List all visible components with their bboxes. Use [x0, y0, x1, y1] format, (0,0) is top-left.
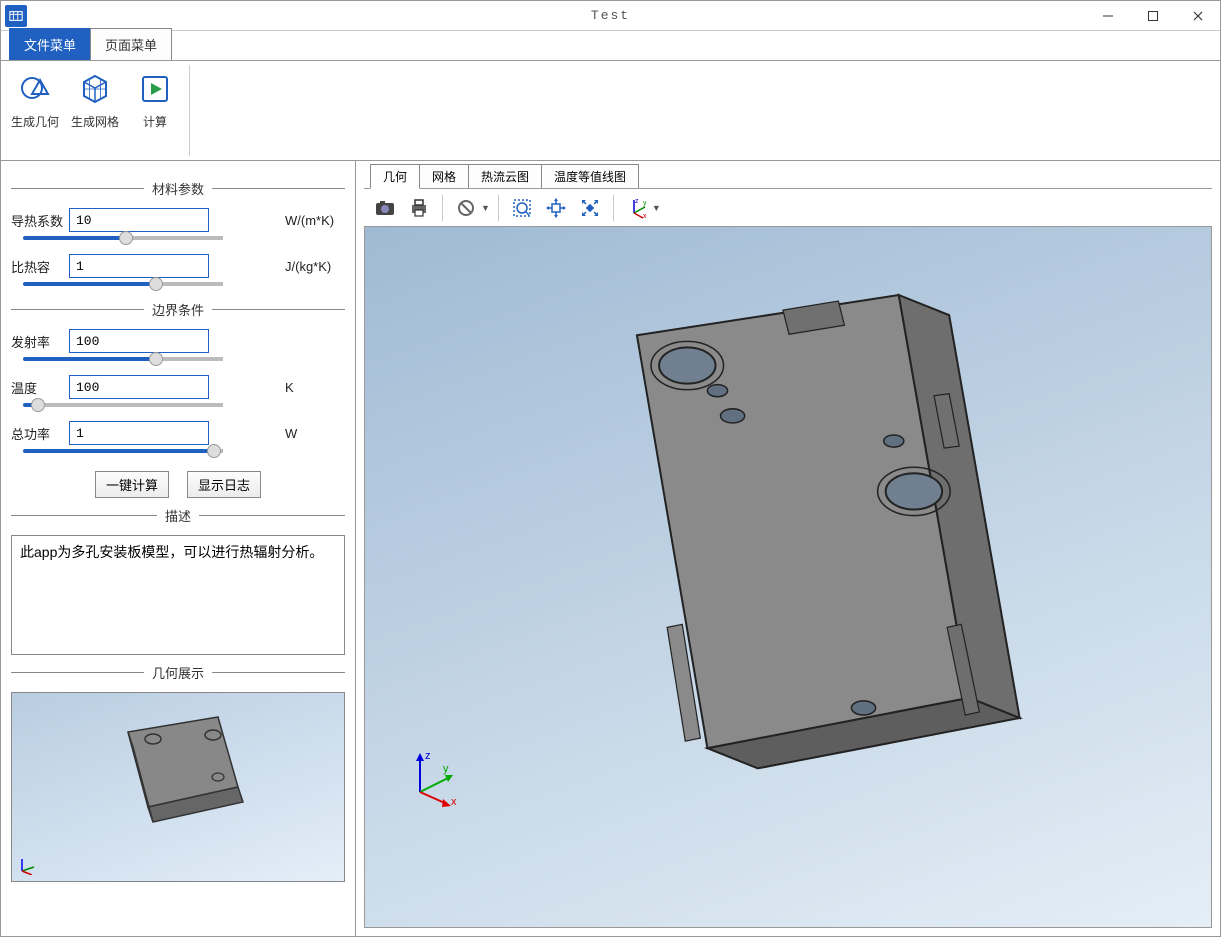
section-title-boundary: 边界条件: [11, 300, 345, 319]
emissivity-input[interactable]: [69, 329, 209, 353]
close-button[interactable]: [1175, 1, 1220, 31]
conductivity-input[interactable]: [69, 208, 209, 232]
ribbon-group: 生成几何 生成网格 计算: [7, 65, 190, 156]
print-button[interactable]: [404, 193, 434, 223]
param-unit: W: [285, 426, 345, 441]
emissivity-slider[interactable]: [23, 357, 223, 361]
minimize-button[interactable]: [1085, 1, 1130, 31]
param-label: 导热系数: [11, 211, 69, 230]
param-unit: K: [285, 380, 345, 395]
svg-text:z: z: [425, 750, 431, 762]
sidebar: 材料参数 导热系数 W/(m*K) 比热容 J/(kg*K) 边界条件 发: [1, 161, 356, 936]
view-tab-geometry[interactable]: 几何: [370, 164, 420, 189]
param-label: 发射率: [11, 332, 69, 351]
preview-triad-icon: [18, 855, 38, 875]
param-conductivity: 导热系数 W/(m*K): [11, 208, 345, 232]
svg-text:y: y: [443, 763, 449, 775]
window-controls: [1085, 1, 1220, 31]
body-area: 材料参数 导热系数 W/(m*K) 比热容 J/(kg*K) 边界条件 发: [1, 161, 1220, 936]
svg-text:x: x: [451, 796, 457, 807]
section-label: 边界条件: [144, 300, 212, 319]
section-label: 描述: [157, 506, 199, 525]
section-label: 几何展示: [144, 663, 212, 682]
deselect-button[interactable]: [451, 193, 481, 223]
tab-file-menu[interactable]: 文件菜单: [9, 28, 91, 60]
param-unit: W/(m*K): [285, 213, 345, 228]
view-tab-heatflow[interactable]: 热流云图: [468, 164, 542, 188]
conductivity-slider[interactable]: [23, 236, 223, 240]
menu-tabs: 文件菜单 页面菜单: [1, 31, 1220, 61]
temperature-slider[interactable]: [23, 403, 223, 407]
power-input[interactable]: [69, 421, 209, 445]
ribbon-generate-geometry[interactable]: 生成几何: [7, 65, 63, 156]
param-temperature: 温度 K: [11, 375, 345, 399]
dropdown-arrow-icon: ▼: [481, 203, 490, 213]
action-buttons: 一键计算 显示日志: [11, 471, 345, 498]
view-tab-isotherm[interactable]: 温度等值线图: [541, 164, 639, 188]
svg-text:z: z: [635, 198, 639, 205]
ribbon-generate-mesh[interactable]: 生成网格: [67, 65, 123, 156]
ribbon-compute[interactable]: 计算: [127, 65, 183, 156]
snapshot-button[interactable]: [370, 193, 400, 223]
geometry-preview[interactable]: [11, 692, 345, 882]
param-label: 比热容: [11, 257, 69, 276]
param-emissivity: 发射率: [11, 329, 345, 353]
titlebar: Test: [1, 1, 1220, 31]
section-title-material: 材料参数: [11, 179, 345, 198]
dropdown-arrow-icon: ▼: [652, 203, 661, 213]
temperature-input[interactable]: [69, 375, 209, 399]
main-area: 几何 网格 热流云图 温度等值线图 ▼: [356, 161, 1220, 936]
geometry-icon: [17, 71, 53, 107]
section-title-preview: 几何展示: [11, 663, 345, 682]
svg-text:y: y: [643, 200, 647, 207]
section-title-description: 描述: [11, 506, 345, 525]
tab-page-menu[interactable]: 页面菜单: [90, 28, 172, 60]
axis-orientation-button[interactable]: z y x: [622, 193, 652, 223]
description-text: 此app为多孔安装板模型，可以进行热辐射分析。: [11, 535, 345, 655]
mesh-icon: [77, 71, 113, 107]
param-label: 总功率: [11, 424, 69, 443]
app-icon: [5, 5, 27, 27]
ribbon-label: 生成几何: [11, 113, 59, 130]
ribbon-label: 计算: [143, 113, 167, 130]
svg-text:x: x: [643, 213, 647, 219]
power-slider[interactable]: [23, 449, 223, 453]
pan-button[interactable]: [541, 193, 571, 223]
specific-heat-input[interactable]: [69, 254, 209, 278]
section-label: 材料参数: [144, 179, 212, 198]
preview-model-icon: [88, 707, 268, 867]
coord-triad-icon: z y x: [405, 747, 465, 807]
model-render-icon: [365, 227, 1211, 927]
view-tabs: 几何 网格 热流云图 温度等值线图: [364, 165, 1212, 189]
param-specific-heat: 比热容 J/(kg*K): [11, 254, 345, 278]
view-tab-mesh[interactable]: 网格: [419, 164, 469, 188]
param-unit: J/(kg*K): [285, 259, 345, 274]
ribbon-label: 生成网格: [71, 113, 119, 130]
view-toolbar: ▼ z y x ▼: [364, 189, 1212, 227]
zoom-box-button[interactable]: [507, 193, 537, 223]
maximize-button[interactable]: [1130, 1, 1175, 31]
viewport-3d[interactable]: z y x: [364, 227, 1212, 928]
ribbon: 生成几何 生成网格 计算: [1, 61, 1220, 161]
window-title: Test: [591, 8, 630, 23]
zoom-extents-button[interactable]: [575, 193, 605, 223]
compute-button[interactable]: 一键计算: [95, 471, 169, 498]
showlog-button[interactable]: 显示日志: [187, 471, 261, 498]
param-label: 温度: [11, 378, 69, 397]
specific-heat-slider[interactable]: [23, 282, 223, 286]
compute-icon: [137, 71, 173, 107]
param-power: 总功率 W: [11, 421, 345, 445]
